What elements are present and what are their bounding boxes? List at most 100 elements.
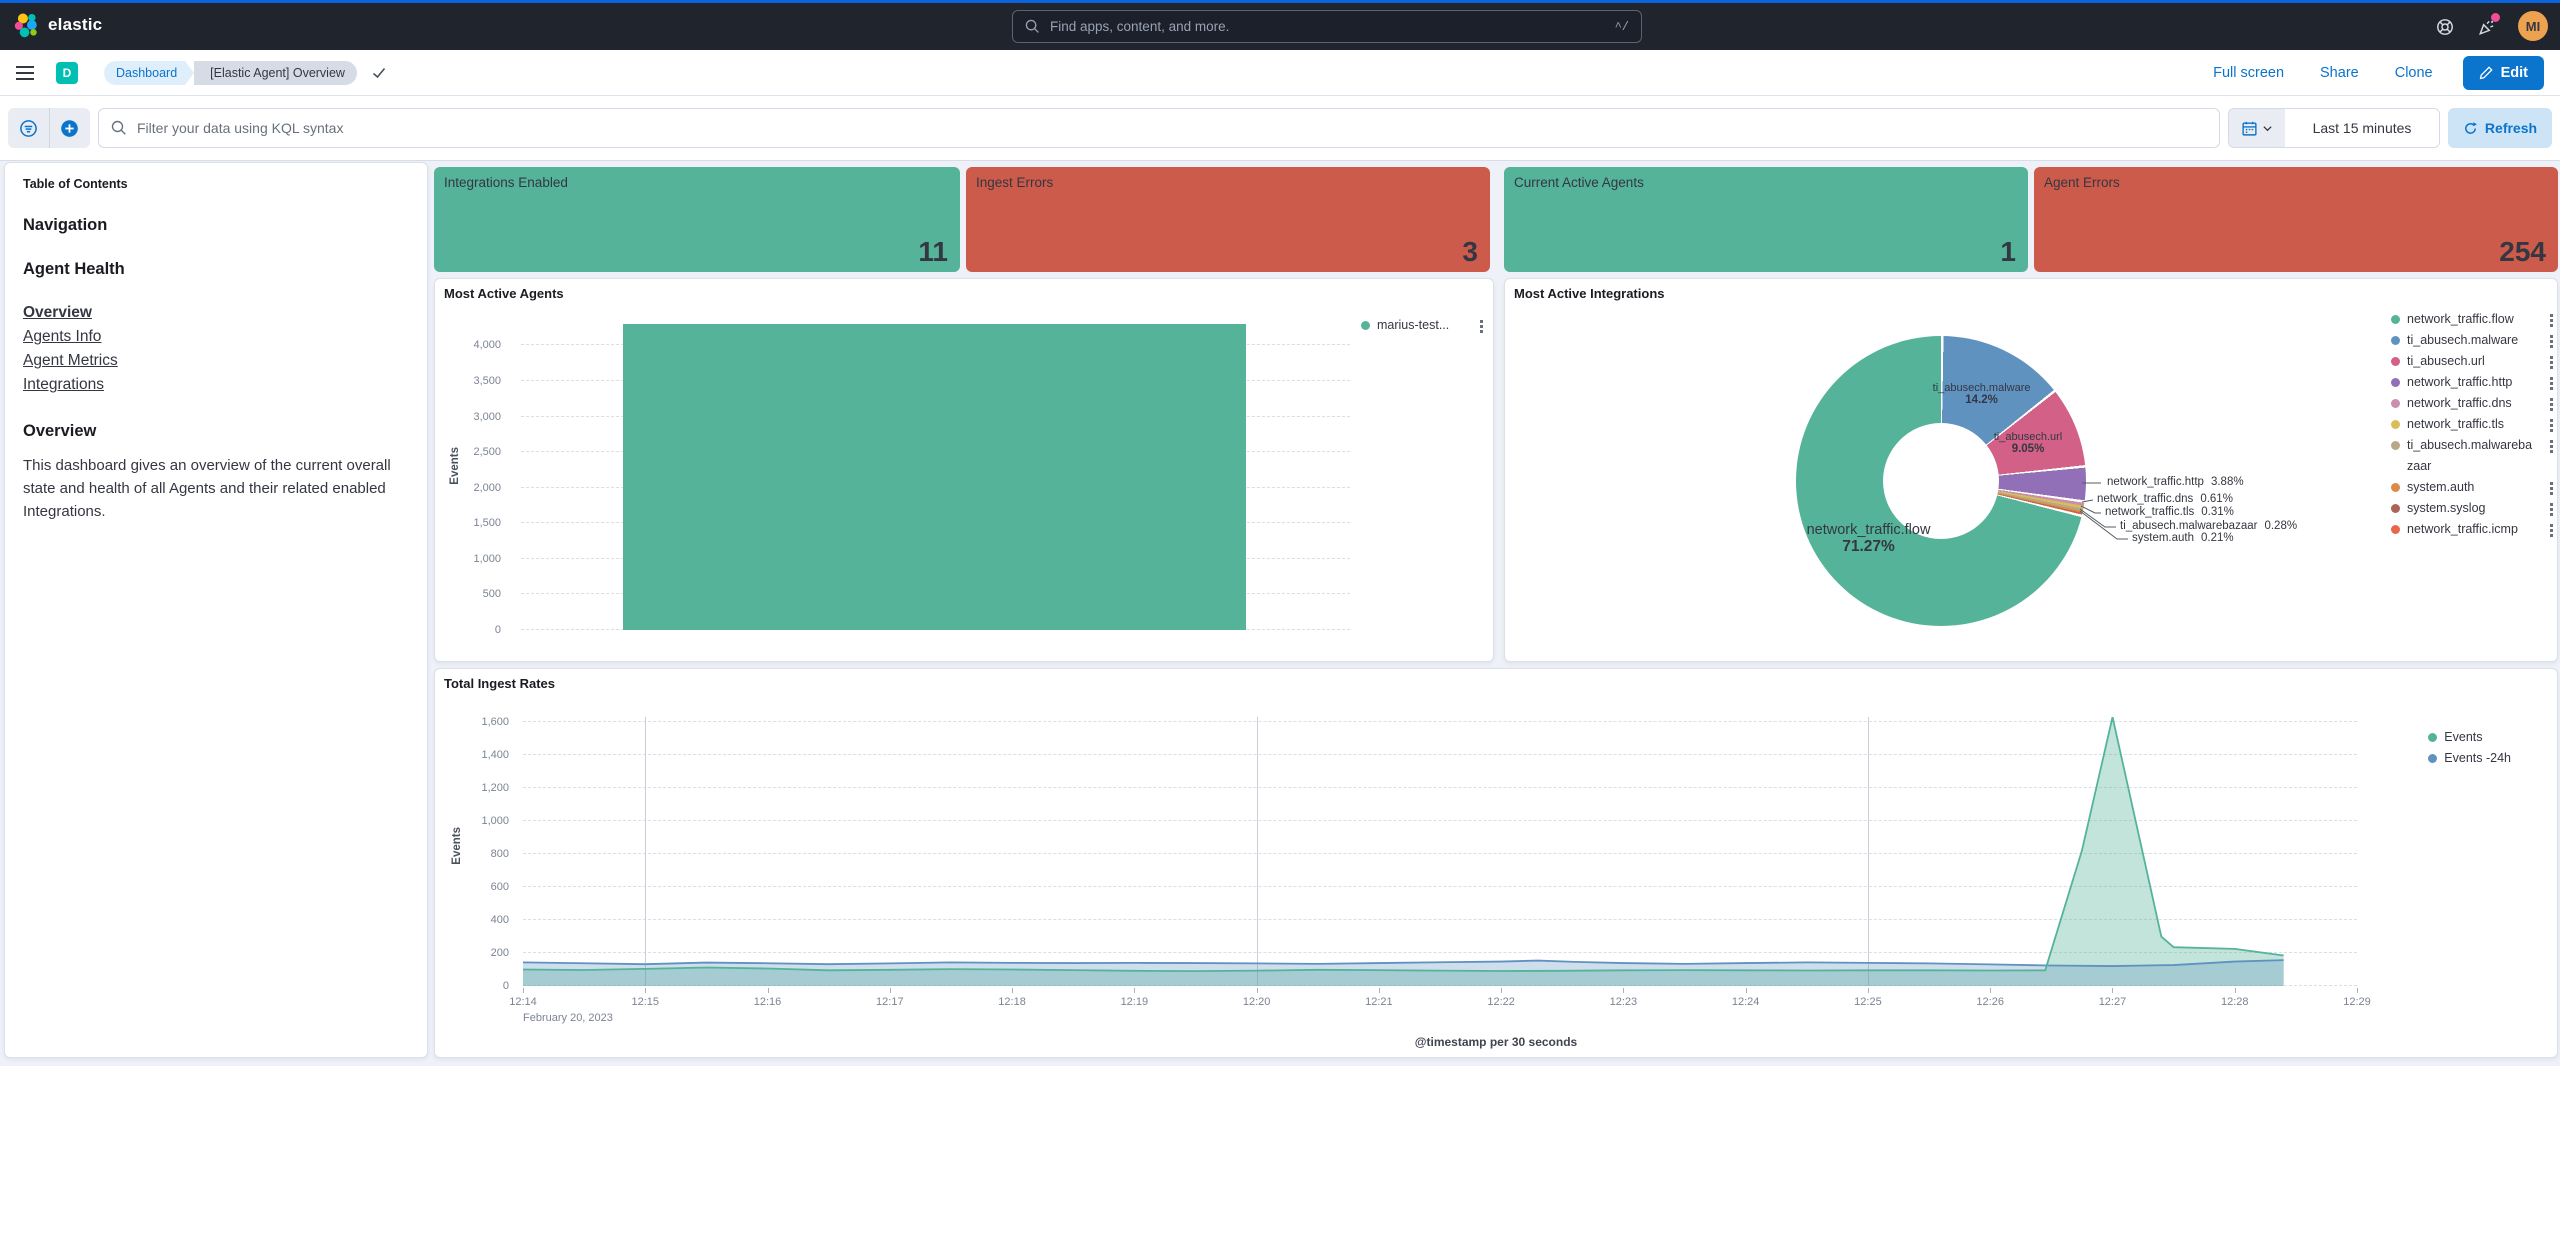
- legend-item[interactable]: network_traffic.tls: [2391, 414, 2553, 435]
- legend-item[interactable]: system.auth: [2391, 477, 2553, 498]
- events-line: [523, 717, 2284, 971]
- query-bar: Last 15 minutes Refresh: [0, 96, 2560, 161]
- y-tick-label: 2,000: [473, 482, 501, 494]
- legend-item[interactable]: network_traffic.dns: [2391, 393, 2553, 414]
- y-tick-label: 3,000: [473, 411, 501, 423]
- x-tick-mark: [1012, 988, 1013, 993]
- legend-item[interactable]: marius-test...: [1361, 315, 1483, 336]
- global-search-input[interactable]: [1050, 19, 1605, 34]
- dashboard-app-badge[interactable]: D: [56, 62, 78, 84]
- legend-menu-icon[interactable]: [2550, 398, 2553, 411]
- calendar-button[interactable]: [2229, 109, 2285, 147]
- legend-menu-icon[interactable]: [2550, 503, 2553, 516]
- toc-link-agents-info[interactable]: Agents Info: [23, 325, 409, 349]
- share-button[interactable]: Share: [2320, 65, 2359, 81]
- legend-menu-icon[interactable]: [2550, 440, 2553, 453]
- x-tick-mark: [768, 988, 769, 993]
- menu-icon[interactable]: [16, 66, 34, 80]
- saved-query-icon[interactable]: [8, 108, 49, 148]
- metric-value: 254: [2499, 236, 2546, 268]
- dashboard-canvas: Table of Contents Navigation Agent Healt…: [0, 161, 2560, 1066]
- legend-label: ti_abusech.malwarebazaar: [2407, 435, 2535, 477]
- y-tick-label: 4,000: [473, 339, 501, 351]
- y-tick-label: 600: [491, 881, 509, 893]
- legend-menu-icon[interactable]: [2550, 314, 2553, 327]
- legend-item[interactable]: network_traffic.flow: [2391, 309, 2553, 330]
- legend-menu-icon[interactable]: [2550, 482, 2553, 495]
- legend-item[interactable]: ti_abusech.malware: [2391, 330, 2553, 351]
- legend-item[interactable]: ti_abusech.url: [2391, 351, 2553, 372]
- chevron-down-icon: [2262, 123, 2273, 134]
- kql-filter-field[interactable]: [98, 108, 2220, 148]
- saved-check-icon: [371, 65, 387, 81]
- y-tick-label: 3,500: [473, 375, 501, 387]
- elastic-wordmark: elastic: [48, 15, 102, 35]
- legend-dot: [2391, 399, 2400, 408]
- time-range-value[interactable]: Last 15 minutes: [2285, 109, 2439, 147]
- newsfeed-icon[interactable]: [2474, 14, 2500, 40]
- add-filter-icon[interactable]: [50, 108, 91, 148]
- x-tick-mark: [2357, 988, 2358, 993]
- panel-title: Most Active Agents: [435, 279, 573, 308]
- kql-filter-input[interactable]: [137, 120, 2207, 136]
- x-tick-label: 12:20: [1243, 996, 1271, 1008]
- metric-tile-integrations-enabled: Integrations Enabled 11: [434, 167, 960, 272]
- legend-menu-icon[interactable]: [2550, 335, 2553, 348]
- toc-link-integrations[interactable]: Integrations: [23, 373, 409, 397]
- panel-most-active-integrations: Most Active Integrations ti_abusech.malw…: [1504, 278, 2558, 662]
- x-tick-mark: [1501, 988, 1502, 993]
- full-screen-button[interactable]: Full screen: [2213, 65, 2284, 81]
- help-icon[interactable]: [2432, 14, 2458, 40]
- x-tick-mark: [890, 988, 891, 993]
- legend-item[interactable]: ti_abusech.malwarebazaar: [2391, 435, 2553, 477]
- legend-item[interactable]: network_traffic.icmp: [2391, 519, 2553, 540]
- area-chart[interactable]: [523, 717, 2357, 986]
- legend-item[interactable]: system.syslog: [2391, 498, 2553, 519]
- metric-label: Agent Errors: [2044, 175, 2548, 190]
- clone-button[interactable]: Clone: [2395, 65, 2433, 81]
- kibana-dashboard-page: elastic ^/ MI D Dashboard [Elastic Agent…: [0, 0, 2560, 1234]
- bar-marius-test[interactable]: [623, 324, 1246, 630]
- legend-label: system.auth: [2407, 477, 2474, 498]
- global-search[interactable]: ^/: [1012, 10, 1642, 43]
- elastic-logo-icon: [14, 12, 40, 38]
- dashboard-nav-bar: D Dashboard [Elastic Agent] Overview Ful…: [0, 50, 2560, 96]
- legend-label: marius-test...: [1377, 315, 1449, 336]
- user-avatar[interactable]: MI: [2518, 11, 2548, 41]
- breadcrumb-dashboard[interactable]: Dashboard: [104, 61, 185, 85]
- search-icon: [111, 120, 127, 136]
- refresh-button[interactable]: Refresh: [2448, 108, 2552, 148]
- x-tick-label: 12:25: [1854, 996, 1882, 1008]
- legend-item[interactable]: network_traffic.http: [2391, 372, 2553, 393]
- legend-menu-icon[interactable]: [2550, 356, 2553, 369]
- legend-label: ti_abusech.url: [2407, 351, 2485, 372]
- toc-link-overview[interactable]: Overview: [23, 301, 409, 325]
- legend-menu-icon[interactable]: [2550, 524, 2553, 537]
- legend-dot: [2391, 315, 2400, 324]
- legend-menu-icon[interactable]: [2550, 419, 2553, 432]
- x-tick-label: 12:19: [1121, 996, 1149, 1008]
- x-tick-mark: [2235, 988, 2236, 993]
- x-tick-mark: [1623, 988, 1624, 993]
- toc-heading-navigation: Navigation: [23, 216, 409, 235]
- toc-description: This dashboard gives an overview of the …: [23, 455, 409, 524]
- chart-legend: EventsEvents -24h: [2428, 727, 2529, 769]
- pie-label-ti-abusech-malware: ti_abusech.malware 14.2%: [1933, 382, 2031, 406]
- legend-dot: [2428, 754, 2437, 763]
- toc-link-agent-metrics[interactable]: Agent Metrics: [23, 349, 409, 373]
- x-tick-label: 12:15: [632, 996, 660, 1008]
- donut-chart[interactable]: ti_abusech.malware 14.2% ti_abusech.url …: [1796, 336, 2086, 626]
- legend-item[interactable]: Events: [2428, 727, 2529, 748]
- elastic-logo[interactable]: elastic: [14, 12, 102, 38]
- x-tick-label: 12:16: [754, 996, 782, 1008]
- x-axis: February 20, 2023 12:1412:1512:1612:1712…: [523, 988, 2357, 1032]
- metric-tile-current-active-agents: Current Active Agents 1: [1504, 167, 2028, 272]
- edit-button[interactable]: Edit: [2463, 56, 2544, 90]
- legend-menu-icon[interactable]: [2550, 377, 2553, 390]
- filter-button-group: [8, 108, 90, 148]
- toc-heading-overview: Overview: [23, 422, 409, 441]
- legend-item[interactable]: Events -24h: [2428, 748, 2529, 769]
- legend-menu-icon[interactable]: [1480, 320, 1483, 333]
- pencil-icon: [2479, 66, 2493, 80]
- breadcrumb-current[interactable]: [Elastic Agent] Overview: [194, 61, 357, 85]
